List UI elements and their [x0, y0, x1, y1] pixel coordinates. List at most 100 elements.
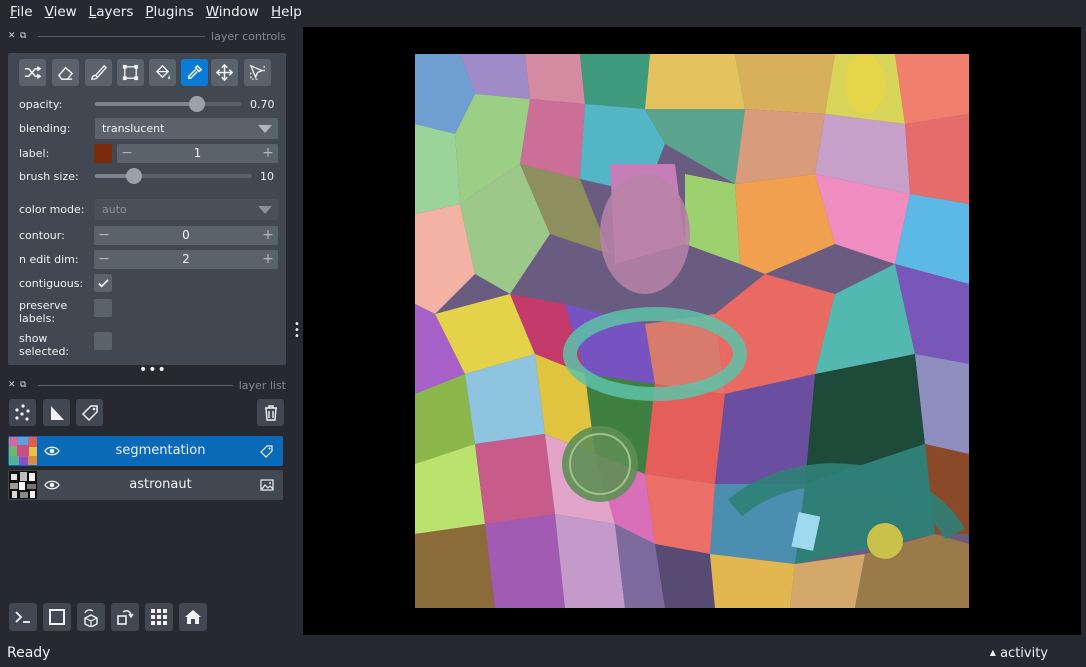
blending-dropdown[interactable]: translucent: [95, 118, 278, 139]
console-icon: [15, 611, 30, 623]
opacity-slider-handle[interactable]: [189, 96, 206, 112]
home-button[interactable]: [179, 603, 207, 631]
plus-icon[interactable]: +: [259, 250, 277, 269]
color-mode-dropdown[interactable]: auto: [95, 199, 278, 220]
menu-file[interactable]: File: [4, 0, 39, 24]
preserve-labels-label-line2: labels:: [19, 312, 56, 325]
color-picker-icon: [188, 64, 203, 79]
menu-help[interactable]: Help: [265, 0, 308, 24]
label-color-swatch[interactable]: [94, 144, 112, 163]
roll-dimensions-button[interactable]: [77, 603, 105, 631]
close-dock-icon[interactable]: ✕: [8, 31, 20, 41]
new-labels-layer-button[interactable]: [76, 399, 103, 426]
dock-splitter-handle[interactable]: •••: [139, 362, 167, 378]
home-icon: [185, 610, 201, 624]
eye-icon[interactable]: [44, 478, 60, 492]
delete-layer-button[interactable]: [257, 399, 284, 426]
shuffle-icon: [24, 66, 42, 79]
grid-icon: [151, 609, 167, 625]
new-points-layer-button[interactable]: [9, 399, 36, 426]
layer-row-segmentation[interactable]: segmentation: [8, 436, 283, 466]
chevron-down-icon: [258, 125, 272, 133]
float-dock-icon[interactable]: ⧉: [20, 31, 32, 41]
fill-button[interactable]: [149, 59, 176, 86]
2d-3d-toggle-icon: [49, 609, 65, 625]
viewer-canvas[interactable]: [303, 27, 1081, 635]
erase-button[interactable]: [52, 59, 79, 86]
transform-button[interactable]: [244, 59, 271, 86]
astronaut-thumbnail: [9, 471, 37, 499]
plus-icon[interactable]: +: [259, 226, 277, 245]
trash-icon: [264, 404, 277, 421]
polygon-button[interactable]: [117, 59, 144, 86]
segmentation-overlay-image: [415, 54, 969, 608]
preserve-labels-label: preserve labels:: [19, 299, 67, 325]
color-mode-label: color mode:: [19, 203, 85, 216]
transpose-button[interactable]: [111, 603, 139, 631]
show-selected-label-line1: show: [19, 332, 48, 345]
layer-name-astronaut: astronaut: [129, 477, 192, 492]
n-edit-dim-value: 2: [182, 252, 190, 266]
segmentation-thumbnail: [9, 437, 37, 465]
layer-list-title: layer list: [238, 378, 286, 392]
eye-icon[interactable]: [44, 444, 60, 458]
shapes-icon: [50, 405, 64, 420]
pan-zoom-icon: [215, 63, 234, 82]
plus-icon[interactable]: +: [259, 144, 277, 163]
contour-label: contour:: [19, 229, 65, 242]
shuffle-colors-button[interactable]: [19, 59, 46, 86]
contiguous-checkbox[interactable]: [94, 274, 112, 292]
layer-row-astronaut[interactable]: astronaut: [8, 470, 283, 500]
points-icon: [14, 403, 30, 421]
float-dock-icon[interactable]: ⧉: [20, 380, 32, 390]
preserve-labels-label-line1: preserve: [19, 299, 68, 312]
blending-label: blending:: [19, 122, 71, 135]
show-selected-checkbox[interactable]: [94, 332, 112, 350]
preserve-labels-checkbox[interactable]: [94, 299, 112, 317]
brush-size-slider[interactable]: [95, 168, 252, 184]
brush-size-slider-handle[interactable]: [126, 168, 143, 184]
menu-plugins[interactable]: Plugins: [139, 0, 199, 24]
n-edit-dim-spinbox[interactable]: − 2 +: [94, 250, 278, 269]
close-dock-icon[interactable]: ✕: [8, 380, 20, 390]
menu-window[interactable]: Window: [200, 0, 265, 24]
title-divider: [38, 35, 206, 37]
roll-icon: [84, 609, 98, 627]
show-selected-label: show selected:: [19, 332, 69, 358]
ndisplay-button[interactable]: [43, 603, 71, 631]
label-spinbox[interactable]: − 1 +: [117, 144, 278, 163]
color-mode-value: auto: [102, 203, 127, 216]
opacity-slider-fill: [95, 102, 198, 106]
pan-zoom-button[interactable]: [211, 59, 238, 86]
brush-size-value: 10: [260, 170, 274, 183]
dock-vertical-splitter[interactable]: • • •: [294, 320, 300, 342]
transform-icon: [249, 64, 265, 80]
new-shapes-layer-button[interactable]: [43, 399, 70, 426]
console-button[interactable]: [9, 603, 37, 631]
label-value: 1: [193, 146, 202, 160]
opacity-slider[interactable]: [95, 96, 241, 112]
layer-controls-panel: opacity: 0.70 blending: translucent labe…: [8, 53, 286, 365]
menu-layers[interactable]: Layers: [83, 0, 140, 24]
label-label: label:: [19, 147, 50, 160]
menu-bar: File View Layers Plugins Window Help: [0, 0, 1086, 24]
pick-color-button[interactable]: [181, 59, 208, 86]
polygon-icon: [122, 64, 139, 81]
caret-up-icon: ▲: [989, 648, 996, 657]
menu-view[interactable]: View: [39, 0, 83, 24]
layer-controls-title: layer controls: [211, 29, 286, 43]
tag-icon: [81, 404, 98, 421]
checkmark-icon: [97, 278, 109, 287]
contour-spinbox[interactable]: − 0 +: [94, 226, 278, 245]
image-icon: [260, 479, 274, 491]
tag-icon: [260, 445, 273, 458]
n-edit-dim-label: n edit dim:: [19, 253, 79, 266]
activity-label: activity: [1000, 646, 1048, 661]
title-divider: [38, 384, 233, 386]
chevron-down-icon: [258, 206, 272, 214]
opacity-value: 0.70: [250, 98, 275, 111]
brush-size-label: brush size:: [19, 170, 79, 183]
grid-view-button[interactable]: [145, 603, 173, 631]
paint-button[interactable]: [85, 59, 112, 86]
activity-toggle[interactable]: ▲ activity: [990, 646, 1048, 661]
